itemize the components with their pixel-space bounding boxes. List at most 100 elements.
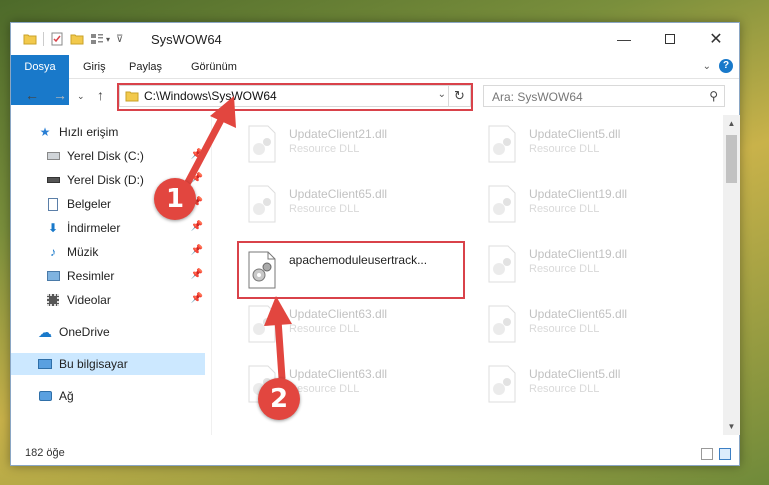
file-name: UpdateClient65.dll bbox=[289, 187, 388, 201]
sidebar-item-downloads[interactable]: ⬇ İndirmeler 📌 bbox=[45, 217, 205, 239]
scroll-up-icon[interactable]: ▲ bbox=[723, 115, 740, 132]
maximize-button[interactable] bbox=[647, 23, 693, 55]
file-type: Resource DLL bbox=[529, 263, 600, 275]
dll-file-icon bbox=[488, 125, 516, 163]
tiles-view-icon[interactable] bbox=[719, 448, 731, 460]
forward-button[interactable]: → bbox=[53, 87, 67, 103]
file-name: UpdateClient63.dll bbox=[289, 367, 388, 381]
up-button[interactable]: ↑ bbox=[97, 87, 104, 103]
help-icon[interactable]: ? bbox=[719, 59, 733, 73]
chevron-down-icon: ⌄ bbox=[77, 91, 85, 101]
view-options-icon[interactable] bbox=[90, 32, 104, 46]
list-item[interactable]: UpdateClient19.dll Resource DLL bbox=[481, 239, 701, 289]
network-icon bbox=[37, 388, 53, 404]
file-highlight-box bbox=[237, 241, 465, 299]
list-item[interactable]: UpdateClient65.dll Resource DLL bbox=[481, 299, 701, 349]
arrow-left-icon: ← bbox=[25, 87, 39, 103]
file-name: UpdateClient5.dll bbox=[529, 127, 621, 141]
search-box[interactable]: Ara: SysWOW64 ⚲ bbox=[483, 85, 725, 107]
maximize-icon bbox=[665, 34, 675, 44]
arrow-right-icon: → bbox=[53, 87, 67, 103]
list-item[interactable]: UpdateClient63.dll Resource DLL bbox=[241, 299, 461, 349]
tab-home[interactable]: Giriş bbox=[73, 55, 116, 79]
tab-share[interactable]: Paylaş bbox=[119, 55, 172, 79]
details-view-icon[interactable] bbox=[701, 448, 713, 460]
arrow-up-icon: ↑ bbox=[97, 87, 104, 103]
explorer-window: ▾ ⊽ SysWOW64 — ✕ Dosya Giriş Paylaş Görü… bbox=[10, 22, 740, 466]
pane-splitter[interactable] bbox=[211, 115, 212, 435]
file-name: UpdateClient19.dll bbox=[529, 247, 628, 261]
close-icon: ✕ bbox=[709, 31, 723, 48]
sidebar-item-onedrive[interactable]: ☁ OneDrive bbox=[37, 321, 205, 343]
dll-file-icon bbox=[488, 185, 516, 223]
new-folder-icon[interactable] bbox=[70, 32, 84, 46]
window-title: SysWOW64 bbox=[151, 32, 222, 47]
sidebar-item-pictures[interactable]: Resimler 📌 bbox=[45, 265, 205, 287]
sidebar-item-label: OneDrive bbox=[59, 325, 110, 339]
vertical-scrollbar[interactable]: ▲ ▼ bbox=[723, 115, 740, 435]
file-type: Resource DLL bbox=[529, 143, 600, 155]
chevron-down-icon[interactable]: ▾ bbox=[106, 35, 110, 44]
file-type: Resource DLL bbox=[289, 203, 360, 215]
file-name: UpdateClient5.dll bbox=[529, 367, 621, 381]
download-icon: ⬇ bbox=[47, 221, 59, 235]
step-callout-1: 1 bbox=[154, 178, 196, 220]
title-bar: ▾ ⊽ SysWOW64 — ✕ bbox=[11, 23, 739, 55]
file-name: UpdateClient65.dll bbox=[529, 307, 628, 321]
sidebar-item-disk-c[interactable]: Yerel Disk (C:) 📌 bbox=[45, 145, 205, 167]
sidebar-item-music[interactable]: ♪ Müzik 📌 bbox=[45, 241, 205, 263]
close-button[interactable]: ✕ bbox=[693, 23, 739, 55]
scrollbar-thumb[interactable] bbox=[726, 135, 737, 183]
file-type: Resource DLL bbox=[289, 143, 360, 155]
sidebar-item-label: Müzik bbox=[67, 245, 99, 259]
minimize-button[interactable]: — bbox=[601, 23, 647, 55]
pin-icon: 📌 bbox=[190, 221, 203, 232]
back-button[interactable]: ← bbox=[25, 87, 39, 103]
file-type: Resource DLL bbox=[529, 383, 600, 395]
sidebar-item-label: Yerel Disk (D:) bbox=[67, 173, 144, 187]
file-type: Resource DLL bbox=[289, 323, 360, 335]
list-item[interactable]: UpdateClient5.dll Resource DLL bbox=[481, 359, 701, 409]
file-name: UpdateClient19.dll bbox=[529, 187, 628, 201]
drive-icon bbox=[45, 172, 61, 188]
dll-file-icon bbox=[488, 305, 516, 343]
sidebar-item-quick-access[interactable]: ★ Hızlı erişim bbox=[37, 121, 205, 143]
scroll-down-icon[interactable]: ▼ bbox=[723, 418, 740, 435]
pin-icon: 📌 bbox=[190, 293, 203, 304]
properties-icon[interactable] bbox=[50, 32, 64, 46]
recent-locations-button[interactable]: ⌄ bbox=[77, 91, 85, 102]
file-type: Resource DLL bbox=[529, 323, 600, 335]
list-item[interactable]: UpdateClient65.dll Resource DLL bbox=[241, 179, 461, 229]
sidebar-item-network[interactable]: Ağ bbox=[37, 385, 205, 407]
pin-icon: 📌 bbox=[190, 245, 203, 256]
pictures-icon bbox=[45, 268, 61, 284]
list-item[interactable]: UpdateClient21.dll Resource DLL bbox=[241, 119, 461, 169]
cloud-icon: ☁ bbox=[38, 323, 52, 340]
file-name: UpdateClient63.dll bbox=[289, 307, 388, 321]
dll-file-icon bbox=[248, 185, 276, 223]
dll-file-icon bbox=[488, 245, 516, 283]
quick-access-toolbar: ▾ ⊽ bbox=[23, 31, 123, 47]
sidebar-item-label: Yerel Disk (C:) bbox=[67, 149, 144, 163]
sidebar-item-label: Hızlı erişim bbox=[59, 125, 119, 139]
dll-file-icon bbox=[488, 365, 516, 403]
list-item[interactable]: UpdateClient5.dll Resource DLL bbox=[481, 119, 701, 169]
pin-icon: 📌 bbox=[190, 269, 203, 280]
pin-icon: 📌 bbox=[190, 173, 203, 184]
sidebar-item-label: Belgeler bbox=[67, 197, 112, 211]
file-type: Resource DLL bbox=[529, 203, 600, 215]
tab-view[interactable]: Görünüm bbox=[181, 55, 247, 79]
document-icon bbox=[45, 196, 61, 212]
customize-toolbar-icon[interactable]: ⊽ bbox=[116, 34, 123, 45]
sidebar-item-this-pc[interactable]: Bu bilgisayar bbox=[11, 353, 205, 375]
search-input[interactable]: Ara: SysWOW64 bbox=[492, 90, 583, 104]
list-item[interactable]: UpdateClient19.dll Resource DLL bbox=[481, 179, 701, 229]
star-icon: ★ bbox=[39, 125, 51, 139]
sidebar-item-videos[interactable]: Videolar 📌 bbox=[45, 289, 205, 311]
music-icon: ♪ bbox=[50, 245, 56, 259]
sidebar-item-label: İndirmeler bbox=[67, 221, 121, 235]
sidebar-item-label: Ağ bbox=[59, 389, 74, 403]
minimize-icon: — bbox=[617, 31, 631, 47]
expand-ribbon-icon[interactable]: ⌄ bbox=[703, 61, 711, 72]
item-count: 182 öğe bbox=[25, 447, 65, 459]
